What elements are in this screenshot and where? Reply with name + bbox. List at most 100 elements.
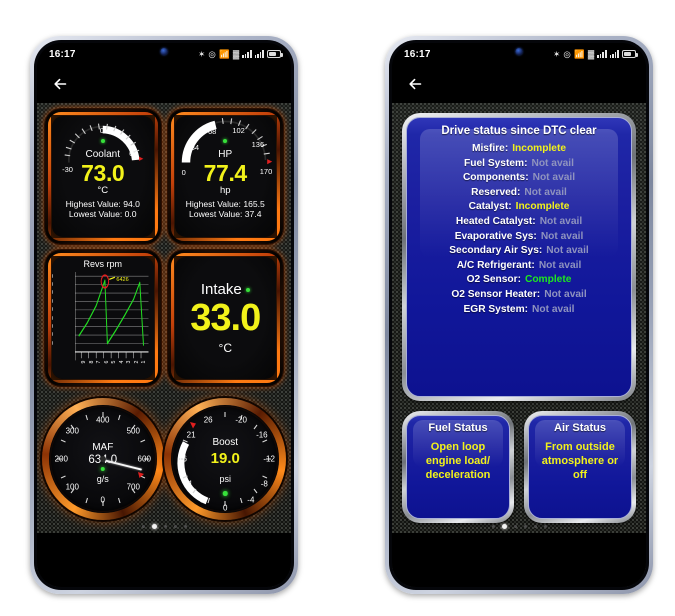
row-label: A/C Refrigerant:	[456, 259, 535, 271]
row-label: Catalyst:	[468, 201, 512, 213]
mobile-data-icon: ▓	[587, 48, 595, 59]
boost-tick-n20: -20	[235, 415, 247, 425]
hp-title: HP	[218, 148, 233, 160]
widget-coolant[interactable]: -30 0 67 Coolant 73.0 °C Highest Value: …	[45, 109, 161, 245]
app-bar-left	[37, 65, 291, 103]
widget-boost[interactable]: 26 -20 21 -16 16 -12 11 -8 5 -4 0 Boost …	[164, 392, 287, 527]
screenshot-stage: 16:17 ✶ ◎ 📶 ▓ -30 0 67 Coolant 73.0 °C H…	[0, 0, 675, 616]
revs-ytick-4: 4000	[52, 307, 54, 313]
maf-led-icon	[100, 466, 105, 472]
wifi-icon: 📶	[219, 48, 230, 59]
revs-xtick-6: 3	[126, 360, 133, 364]
revs-xtick-4: 5	[111, 360, 118, 364]
hp-tick-2: 68	[207, 126, 217, 136]
coolant-lowest: Lowest Value: 0.0	[68, 209, 137, 220]
back-arrow-icon	[409, 78, 422, 90]
row-value: Not avail	[546, 245, 589, 257]
revs-xtick-0: 9	[81, 360, 88, 364]
maf-hub-icon	[99, 456, 106, 463]
coolant-title: Coolant	[85, 148, 120, 160]
maf-tick-0: 0	[100, 495, 105, 505]
wifi-icon: 📶	[574, 48, 585, 59]
intake-led-icon	[245, 287, 250, 292]
revs-y-axis: 7200 6400 5600 4800 4000 3200 24	[52, 272, 74, 360]
maf-tick-400: 400	[96, 415, 110, 425]
drive-status-panel[interactable]: Drive status since DTC clear Misfire: In…	[402, 113, 636, 401]
phone-left: 16:17 ✶ ◎ 📶 ▓ -30 0 67 Coolant 73.0 °C H…	[30, 36, 298, 594]
back-button[interactable]	[51, 74, 71, 94]
row-label: O2 Sensor:	[466, 274, 521, 286]
hp-led-icon	[223, 139, 228, 144]
location-icon: ◎	[563, 48, 572, 59]
page-dot[interactable]	[533, 525, 537, 528]
row-label: Evaporative Sys:	[454, 230, 537, 242]
widget-intake[interactable]: Intake 33.0 °C	[167, 250, 283, 386]
air-status-title: Air Status	[554, 422, 606, 434]
phone-right: 16:17 ✶ ◎ 📶 ▓ Drive status since DTC cle…	[385, 36, 653, 594]
page-indicator-left[interactable]	[37, 524, 291, 529]
boost-gauge-dial: 26 -20 21 -16 16 -12 11 -8 5 -4 0 Boost …	[164, 398, 287, 521]
maf-gauge-dial: 400 500 600 700 0 100 200 300 MAF g/s	[41, 398, 164, 521]
row-value: Not avail	[539, 215, 583, 227]
page-dot[interactable]	[523, 525, 527, 528]
drive-status-row: Misfire: Incomplete	[417, 142, 621, 157]
revs-chart-title: Revs rpm	[83, 259, 122, 270]
nav-area-right	[392, 533, 646, 587]
hp-unit: hp	[219, 184, 231, 196]
revs-ytick-6: 2400	[52, 324, 54, 330]
drive-status-row: Components: Not avail	[417, 171, 621, 186]
back-arrow-icon	[54, 78, 67, 90]
page-dot-active[interactable]	[501, 524, 507, 529]
page-dot-active[interactable]	[151, 524, 157, 529]
coolant-value: 73.0	[81, 159, 125, 186]
page-dot[interactable]	[173, 525, 177, 528]
revs-xtick-2: 7	[96, 360, 103, 364]
drive-status-title: Drive status since DTC clear	[441, 125, 597, 137]
drive-status-row: A/C Refrigerant: Not avail	[417, 259, 621, 274]
drive-status-row: Evaporative Sys: Not avail	[417, 230, 621, 245]
dashboard-canvas-right: Drive status since DTC clear Misfire: In…	[392, 103, 646, 587]
air-status-value: From outside atmosphere or off	[541, 441, 619, 481]
widget-maf[interactable]: 400 500 600 700 0 100 200 300 MAF g/s	[41, 392, 164, 527]
page-dot[interactable]	[543, 525, 547, 528]
maf-tick-100: 100	[65, 482, 79, 492]
revs-xtick-8: 1	[141, 360, 147, 364]
maf-title: MAF	[92, 442, 114, 454]
back-button[interactable]	[406, 74, 426, 94]
revs-x-axis: 9 8 7 6 5 4 3 2 1	[75, 360, 149, 377]
location-icon: ◎	[208, 48, 217, 59]
coolant-highest: Highest Value: 94.0	[65, 198, 140, 209]
drive-status-list: Misfire: Incomplete Fuel System: Not ava…	[407, 142, 631, 323]
widget-hp[interactable]: 0 34 68 102 136 170 HP 77.4 hp Highest V…	[167, 109, 283, 245]
drive-status-row: Heated Catalyst: Not avail	[417, 215, 621, 230]
status-icons: ✶ ◎ 📶 ▓	[198, 48, 283, 59]
page-dot[interactable]	[513, 525, 517, 528]
row-label: Misfire:	[471, 143, 509, 154]
air-status-panel[interactable]: Air Status From outside atmosphere or of…	[524, 411, 636, 523]
battery-icon	[622, 50, 638, 58]
mobile-data-icon: ▓	[232, 48, 240, 59]
revs-ytick-7: 1600	[52, 332, 54, 338]
front-camera-icon	[515, 48, 523, 55]
status-boxes-row: Fuel Status Open loop engine load/ decel…	[402, 411, 636, 523]
widget-revs-chart[interactable]: Revs rpm 6426 9 8 7 6 5 4 3 2 1	[45, 250, 161, 386]
phone-left-bezel: 16:17 ✶ ◎ 📶 ▓ -30 0 67 Coolant 73.0 °C H…	[34, 40, 294, 590]
hp-lowest: Lowest Value: 37.4	[189, 209, 262, 220]
page-dot[interactable]	[141, 525, 145, 528]
page-dot[interactable]	[183, 525, 187, 528]
drive-status-row: Reserved: Not avail	[417, 186, 621, 201]
hp-tick-3: 102	[232, 125, 245, 135]
signal-1-icon	[597, 50, 607, 58]
page-indicator-right[interactable]	[392, 524, 646, 529]
row-label: Reserved:	[471, 186, 521, 198]
boost-title: Boost	[212, 437, 239, 449]
revs-ytick-0: 7200	[52, 274, 54, 280]
page-dot[interactable]	[163, 525, 167, 528]
revs-xtick-1: 8	[88, 360, 95, 364]
fuel-status-panel[interactable]: Fuel Status Open loop engine load/ decel…	[402, 411, 514, 523]
coolant-tick-1: 0	[99, 125, 104, 135]
row-value: Complete	[524, 274, 572, 286]
revs-ytick-2: 5600	[52, 290, 54, 296]
page-dot[interactable]	[491, 525, 495, 528]
boost-tick-26: 26	[203, 415, 213, 425]
